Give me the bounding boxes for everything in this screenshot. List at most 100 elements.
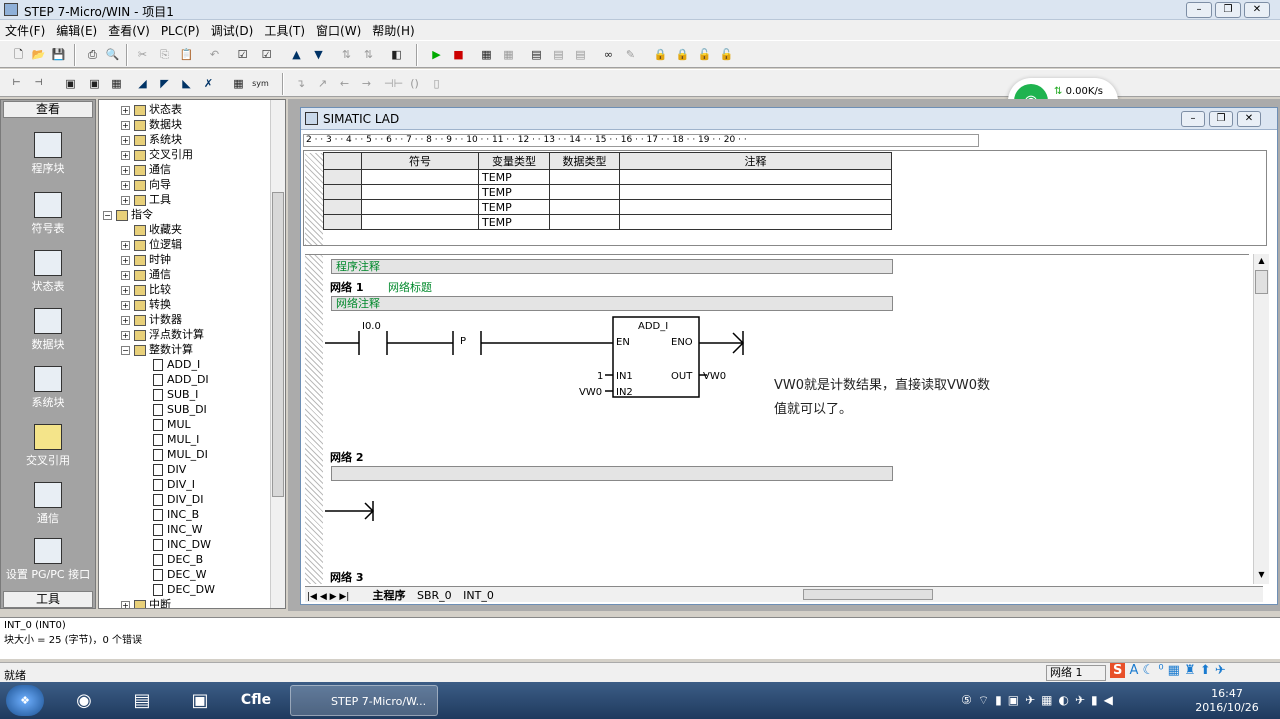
unlock2-icon[interactable]: 🔓 [718, 46, 735, 63]
tab-sbr0[interactable]: SBR_0 [409, 589, 452, 602]
close-button[interactable]: ✕ [1244, 2, 1270, 18]
prev-bookmark-icon[interactable]: ◣ [178, 75, 195, 92]
minimize-button[interactable]: – [1186, 2, 1212, 18]
lock2-icon[interactable]: 🔒 [674, 46, 691, 63]
save-icon[interactable]: 💾 [50, 46, 67, 63]
network-comment[interactable]: 网络注释 [331, 296, 893, 311]
ladder-vertical-scrollbar[interactable]: ▲ ▼ [1253, 254, 1269, 584]
tree-item[interactable]: + 向导 [121, 177, 171, 192]
explorer-icon[interactable]: ▤ [124, 685, 160, 716]
h-scroll-thumb[interactable] [803, 589, 933, 600]
tree-item[interactable]: + 系统块 [121, 132, 182, 147]
firefox-icon[interactable]: ◉ [66, 685, 102, 716]
nav-header[interactable]: 查看 [3, 101, 93, 118]
tree-item[interactable]: + 浮点数计算 [121, 327, 204, 342]
tab-int0[interactable]: INT_0 [455, 589, 494, 602]
glasses-icon[interactable]: ∞ [600, 46, 617, 63]
tree-scroll-thumb[interactable] [272, 192, 284, 497]
nav-footer[interactable]: 工具 [3, 591, 93, 608]
in1-value[interactable]: 1 [597, 371, 603, 382]
view-icon[interactable]: ▣ [62, 75, 79, 92]
insert-rung-icon[interactable]: ⊢ [8, 75, 25, 92]
monitor-pause-icon[interactable]: ▦ [500, 46, 517, 63]
run-icon[interactable]: ▶ [428, 46, 445, 63]
program-comment[interactable]: 程序注释 [331, 259, 893, 274]
start-button[interactable]: ❖ [6, 685, 44, 716]
open-icon[interactable]: 📂 [30, 46, 47, 63]
lock-icon[interactable]: 🔒 [652, 46, 669, 63]
lad-minimize-button[interactable]: – [1181, 111, 1205, 127]
app-taskbar-icon[interactable]: ▣ [182, 685, 218, 716]
network-1-title[interactable]: 网络标题 [388, 279, 432, 295]
tree-leaf[interactable]: MUL [153, 417, 191, 432]
tree-leaf[interactable]: DIV_I [153, 477, 195, 492]
monitor-icon[interactable]: ▦ [478, 46, 495, 63]
tree-leaf[interactable]: DEC_DW [153, 582, 215, 597]
menu-file[interactable]: 文件(F) [0, 20, 51, 39]
unlock-icon[interactable]: 🔓 [696, 46, 713, 63]
menu-plc[interactable]: PLC(P) [156, 22, 206, 38]
nav-system-block[interactable]: 系统块 [1, 366, 95, 410]
pen-icon[interactable]: ✎ [622, 46, 639, 63]
out-value[interactable]: VW0 [703, 371, 726, 382]
nav-data-block[interactable]: 数据块 [1, 308, 95, 352]
compile-icon[interactable]: ☑ [234, 46, 251, 63]
tray-icons[interactable]: ⑤⌔▮▣✈▦◐✈▮◀ [950, 685, 1130, 716]
clear-bookmarks-icon[interactable]: ✗ [200, 75, 217, 92]
status-chart-icon[interactable]: ▤ [528, 46, 545, 63]
tree-item[interactable]: + 通信 [121, 267, 171, 282]
nav-set-pg-pc[interactable]: 设置 PG/PC 接口 [1, 538, 95, 582]
tree-item[interactable]: + 计数器 [121, 312, 182, 327]
menu-debug[interactable]: 调试(D) [206, 20, 260, 39]
tree-leaf[interactable]: INC_DW [153, 537, 211, 552]
tree-leaf[interactable]: ADD_I [153, 357, 200, 372]
tree-item[interactable]: + 状态表 [121, 102, 182, 117]
tree-leaf[interactable]: DEC_W [153, 567, 206, 582]
tree-item[interactable]: +收藏夹 [121, 222, 182, 237]
ime-toolbar[interactable]: S A ☾ ⁰ ▦ ♜ ⬆ ✈ [1110, 663, 1278, 683]
tree-leaf[interactable]: INC_W [153, 522, 203, 537]
tree-item[interactable]: + 交叉引用 [121, 147, 193, 162]
tree-leaf[interactable]: DEC_B [153, 552, 203, 567]
tree-item[interactable]: + 数据块 [121, 117, 182, 132]
tree-item[interactable]: + 位逻辑 [121, 237, 182, 252]
next-bookmark-icon[interactable]: ◤ [156, 75, 173, 92]
line-up-icon[interactable]: ↗ [314, 75, 331, 92]
scroll-up-icon[interactable]: ▲ [1255, 256, 1268, 268]
output-window[interactable]: INT_0 (INT0) 块大小 = 25 (字节)，0 个错误 [0, 617, 1280, 659]
cfle-icon[interactable]: Cfle [236, 685, 276, 716]
bookmark-icon[interactable]: ◢ [134, 75, 151, 92]
nav-communication[interactable]: 通信 [1, 482, 95, 526]
taskbar-step7-button[interactable]: STEP 7-Micro/W... [290, 685, 438, 716]
ladder-scroll-thumb[interactable] [1255, 270, 1268, 294]
menu-tools[interactable]: 工具(T) [259, 20, 311, 39]
tree-leaf[interactable]: MUL_DI [153, 447, 208, 462]
copy-icon[interactable]: ⎘ [156, 46, 173, 63]
paste-icon[interactable]: 📋 [178, 46, 195, 63]
variable-table[interactable]: 符号 变量类型 数据类型 注释 TEMP TEMP TEMP TEMP [323, 152, 892, 230]
menu-window[interactable]: 窗口(W) [311, 20, 367, 39]
scroll-down-icon[interactable]: ▼ [1255, 570, 1268, 582]
print-icon[interactable]: ⎙ [84, 46, 101, 63]
menu-edit[interactable]: 编辑(E) [51, 20, 103, 39]
contact-address[interactable]: I0.0 [362, 321, 381, 332]
tab-main[interactable]: 主程序 [373, 589, 406, 602]
tree-leaf[interactable]: INC_B [153, 507, 199, 522]
tree-item[interactable]: + 工具 [121, 192, 171, 207]
menu-view[interactable]: 查看(V) [103, 20, 156, 39]
download-icon[interactable]: ▼ [310, 46, 327, 63]
sort-desc-icon[interactable]: ⇅ [360, 46, 377, 63]
print-preview-icon[interactable]: 🔍 [104, 46, 121, 63]
symbol-table-icon[interactable]: ▦ [230, 75, 247, 92]
options-icon[interactable]: ◧ [388, 46, 405, 63]
undo-icon[interactable]: ↶ [206, 46, 223, 63]
coil-icon[interactable]: () [406, 75, 423, 92]
tree-scrollbar[interactable] [270, 100, 285, 608]
tree-item[interactable]: + 中断 [121, 597, 171, 608]
nav-status-chart[interactable]: 状态表 [1, 250, 95, 294]
tree-leaf[interactable]: ADD_DI [153, 372, 209, 387]
maximize-button[interactable]: ❐ [1215, 2, 1241, 18]
tab-nav-arrows[interactable]: |◀ ◀ ▶ ▶| [305, 592, 369, 602]
stop-icon[interactable]: ■ [450, 46, 467, 63]
upload-icon[interactable]: ▲ [288, 46, 305, 63]
